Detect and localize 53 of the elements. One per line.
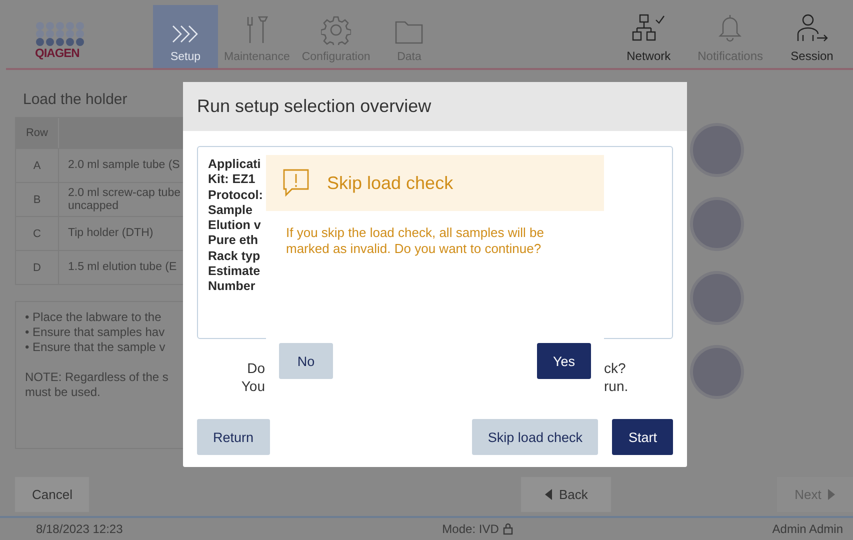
summary-text: Applicati (208, 157, 261, 172)
table-cell-text: 1.5 ml elution tube (E (67, 260, 178, 275)
summary-text: Number (208, 279, 256, 295)
gear-icon (321, 15, 352, 45)
alert-button[interactable]: No (279, 343, 333, 379)
table-cell: A (16, 149, 59, 182)
nav-tab[interactable]: Setup (153, 5, 218, 68)
mode-text: Mode: IVD (442, 522, 499, 536)
summary-text: Sample (208, 202, 252, 218)
warning-bubble-icon (282, 168, 310, 198)
table-cell: D (16, 251, 59, 284)
instruction-text: • Ensure that samples hav (25, 325, 165, 340)
alert-title: Skip load check (327, 172, 454, 194)
table-cell-text: 2.0 ml screw-cap tube uncapped (67, 186, 182, 214)
dialog-button[interactable]: Start (612, 419, 673, 455)
bell-icon (717, 13, 744, 43)
alert-message: If you skip the load check, all samples will be marked as invalid. Do you want to continue? (285, 224, 545, 257)
network-icon (632, 13, 666, 43)
dialog-button[interactable]: Return (197, 419, 270, 455)
nav-button[interactable]: Back (521, 477, 612, 512)
summary-text: Pure eth (208, 233, 258, 249)
question-text: run. (604, 377, 628, 395)
logo-text: QIAGEN (35, 47, 80, 59)
alert-button[interactable]: Yes (536, 343, 591, 379)
nav-button[interactable]: Cancel (15, 477, 90, 512)
caret-left-icon (545, 489, 554, 500)
logo-dots-icon (35, 22, 85, 46)
user-name: Admin Admin (772, 522, 843, 536)
page-title: Load the holder (22, 90, 128, 110)
table-cell-text: Tip holder (DTH) (67, 226, 154, 241)
table-cell: C (16, 217, 59, 250)
datetime-text: 8/18/2023 12:23 (36, 522, 123, 536)
note-text: NOTE: Regardless of the s must be used. (25, 370, 168, 400)
column-header: Row (16, 118, 59, 148)
question-text: You (240, 377, 266, 395)
user-logout-icon (795, 13, 829, 43)
caret-right-icon (827, 489, 836, 500)
header-button[interactable]: Session (779, 5, 845, 68)
folder-icon (394, 19, 424, 45)
instruction-text: • Ensure that the sample v (25, 340, 166, 355)
question-text: ck? (604, 359, 626, 377)
summary-text: Protocol: (208, 188, 263, 203)
dialog-title: Run setup selection overview (183, 82, 687, 131)
summary-text: Rack typ (208, 248, 260, 264)
summary-text: Elution v (208, 218, 261, 234)
summary-text: Kit: EZ1 (208, 172, 256, 188)
table-cell-text: 2.0 ml sample tube (S (67, 158, 181, 173)
table-cell: B (16, 183, 59, 216)
instruction-text: • Place the labware to the (25, 310, 162, 325)
summary-text: Estimate (208, 264, 260, 280)
question-text: Do (246, 359, 266, 377)
header-button[interactable]: Network (616, 5, 682, 68)
dialog-button[interactable]: Skip load check (472, 419, 598, 455)
